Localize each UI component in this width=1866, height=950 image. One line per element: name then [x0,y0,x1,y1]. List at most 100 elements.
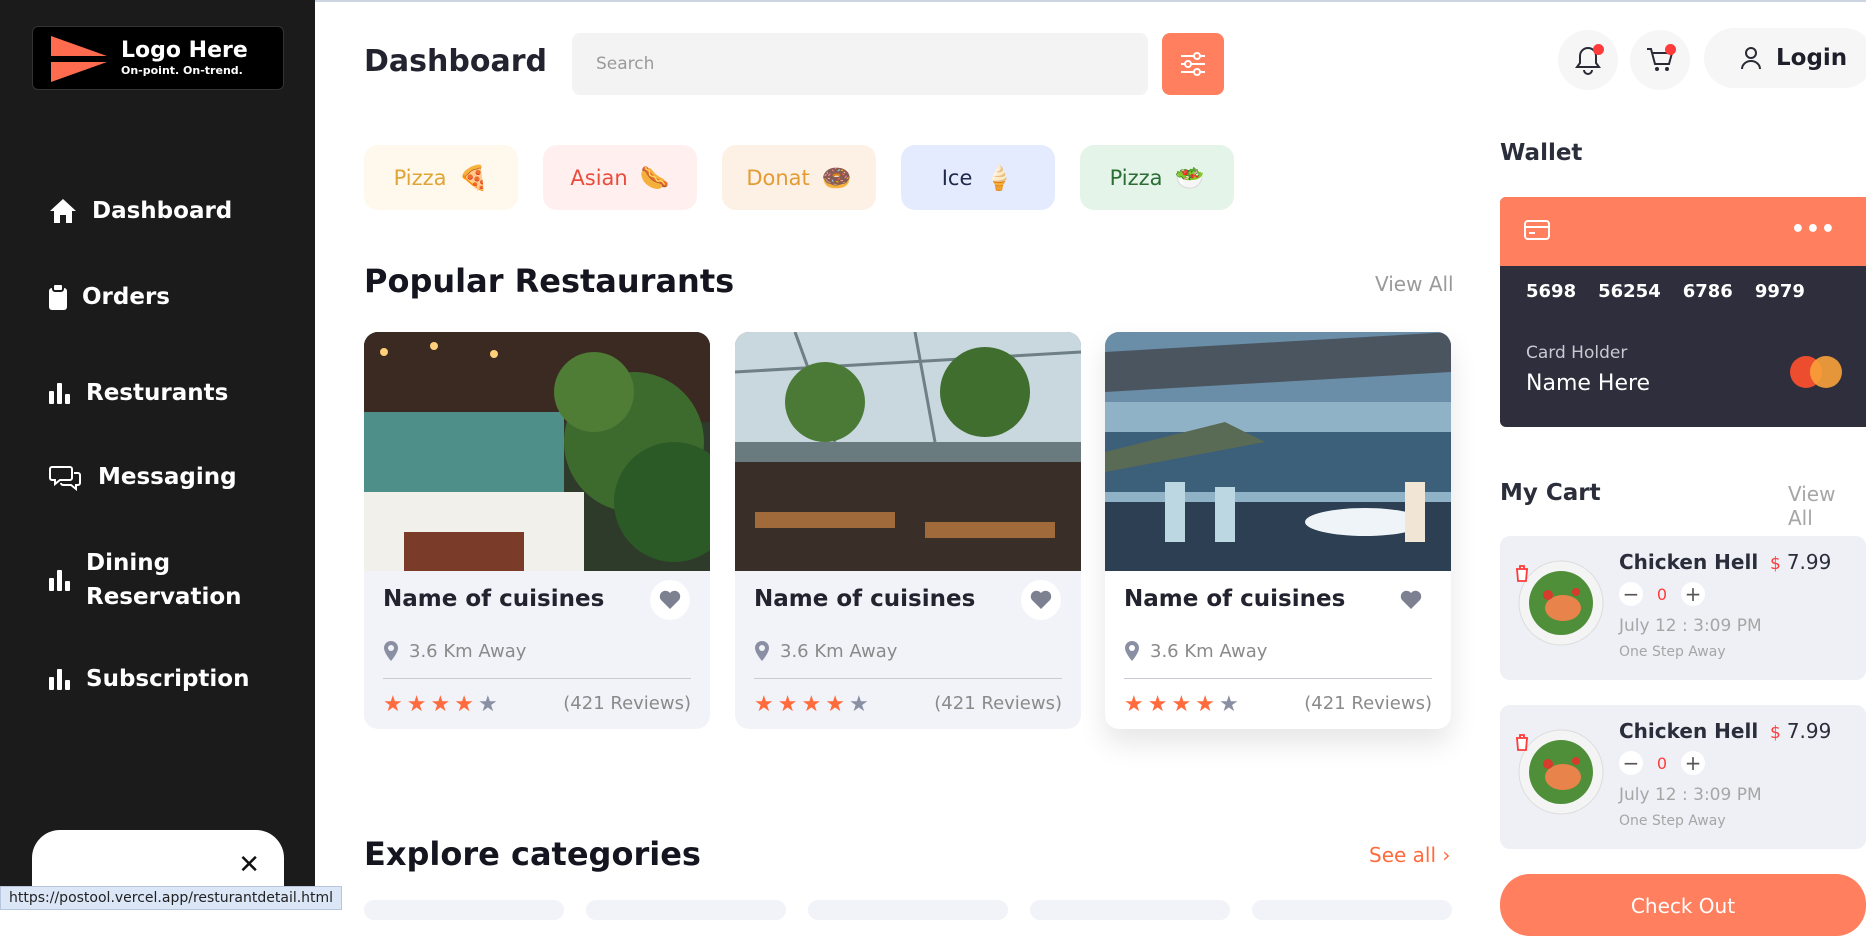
star-icon: ★ [1218,692,1239,717]
trash-icon[interactable] [1514,733,1530,755]
cart-item-note: One Step Away [1619,644,1726,660]
restaurant-card[interactable]: Name of cuisines 3.6 Km Away ★ ★ ★ ★ ★ (… [735,332,1081,729]
star-icon: ★ [477,692,498,717]
cart-item-note: One Step Away [1619,813,1726,829]
sidebar-item-subscription[interactable]: Subscription [48,664,249,694]
brand-logo[interactable]: Logo Here On-point. On-trend. [32,26,284,90]
favorite-button[interactable] [1021,580,1061,620]
bar-chart-icon [48,378,72,408]
star-icon: ★ [383,692,403,717]
chip-donat[interactable]: Donat 🍩 [722,145,876,210]
more-options-icon[interactable]: ••• [1791,217,1836,242]
notification-dot [1593,44,1604,55]
cart-button[interactable] [1630,30,1690,90]
brand-text: Logo Here On-point. On-trend. [121,38,248,78]
decrement-button[interactable]: − [1619,582,1643,606]
distance-row: 3.6 Km Away [383,640,526,662]
card-number-group: 56254 [1598,281,1661,302]
category-tab[interactable] [808,900,1008,920]
chip-label: Pizza [393,165,447,190]
cart-item: Chicken Hell $7.99 − 0 + July 12 : 3:09 … [1500,705,1866,849]
food-image [1518,560,1604,646]
distance-text: 3.6 Km Away [1150,640,1268,662]
sidebar-item-messaging[interactable]: Messaging [48,462,237,492]
heart-icon [1400,590,1422,609]
category-tab[interactable] [1252,900,1452,920]
chip-pizza[interactable]: Pizza 🍕 [364,145,518,210]
increment-button[interactable]: + [1681,751,1705,775]
chip-asian[interactable]: Asian 🌭 [543,145,697,210]
category-tab[interactable] [364,900,564,920]
increment-button[interactable]: + [1681,582,1705,606]
sidebar-item-label: Orders [82,284,170,310]
home-icon [48,196,78,226]
brand-tagline: On-point. On-trend. [121,64,243,77]
popular-view-all-link[interactable]: View All [1375,272,1454,296]
cuisine-name: Name of cuisines [1124,586,1346,612]
favorite-button[interactable] [1391,580,1431,620]
cart-item-name: Chicken Hell [1619,550,1759,574]
chip-label: Asian [570,165,628,190]
chip-ice[interactable]: Ice 🍦 [901,145,1055,210]
restaurant-image [735,332,1081,571]
decrement-button[interactable]: − [1619,751,1643,775]
food-image [1518,729,1604,815]
filter-button[interactable] [1162,33,1224,95]
card-number: 5698 56254 6786 9979 [1526,281,1805,302]
donut-icon: 🍩 [821,163,852,192]
sidebar-item-dining-reservation[interactable]: Dining Reservation [48,546,242,614]
cart-view-all-link[interactable]: View All [1788,482,1866,530]
star-icon: ★ [754,692,774,717]
card-divider [754,678,1062,679]
sidebar-item-label: Dashboard [92,198,233,224]
explore-see-all-link[interactable]: See all › [1369,843,1450,867]
wallet-card: ••• 5698 56254 6786 9979 Card Holder Nam… [1500,197,1866,427]
bar-chart-icon [48,565,72,595]
sidebar-item-label: Resturants [86,380,229,406]
hotdog-icon: 🌭 [639,163,670,192]
currency-symbol: $ [1770,554,1781,574]
chip-pizza-2[interactable]: Pizza 🥗 [1080,145,1234,210]
sidebar-item-label: Messaging [98,464,237,490]
star-icon: ★ [1195,692,1215,717]
chip-label: Donat [746,165,810,190]
star-icon: ★ [848,692,869,717]
close-icon[interactable]: ✕ [238,850,260,880]
price-value: 7.99 [1786,719,1832,743]
explore-title: Explore categories [364,835,701,873]
card-divider [1124,678,1432,679]
restaurant-image [1105,332,1451,571]
category-tab[interactable] [1030,900,1230,920]
cart-item: Chicken Hell $7.99 − 0 + July 12 : 3:09 … [1500,536,1866,680]
restaurant-card[interactable]: Name of cuisines 3.6 Km Away ★ ★ ★ ★ ★ (… [1105,332,1451,729]
category-tab[interactable] [586,900,786,920]
sidebar: Logo Here On-point. On-trend. Dashboard … [0,0,315,950]
heart-icon [1030,590,1052,609]
location-pin-icon [755,641,769,661]
chat-icon [48,462,84,492]
location-pin-icon [1125,641,1139,661]
sidebar-item-resturants[interactable]: Resturants [48,378,228,408]
notifications-button[interactable] [1558,30,1618,90]
distance-text: 3.6 Km Away [409,640,527,662]
cart-item-time: July 12 : 3:09 PM [1619,616,1762,636]
cart-dot [1665,44,1676,55]
status-bar-url: https://postool.vercel.app/resturantdeta… [0,886,343,910]
credit-card-icon [1524,220,1550,240]
favorite-button[interactable] [650,580,690,620]
review-count: (421 Reviews) [563,693,691,714]
login-button[interactable]: Login [1704,28,1866,88]
restaurant-card[interactable]: Name of cuisines 3.6 Km Away ★ ★ ★ ★ ★ (… [364,332,710,729]
pizza-icon: 🍕 [458,163,489,192]
trash-icon[interactable] [1514,564,1530,586]
sidebar-item-dashboard[interactable]: Dashboard [48,196,232,226]
star-icon: ★ [1171,692,1192,717]
sliders-icon [1181,52,1205,76]
mastercard-icon [1790,356,1842,388]
search-input[interactable] [572,33,1148,95]
wallet-title: Wallet [1500,140,1583,166]
star-icon: ★ [777,692,798,717]
checkout-button[interactable]: Check Out [1500,874,1866,936]
sidebar-item-orders[interactable]: Orders [48,282,170,312]
quantity-stepper: − 0 + [1619,582,1705,606]
